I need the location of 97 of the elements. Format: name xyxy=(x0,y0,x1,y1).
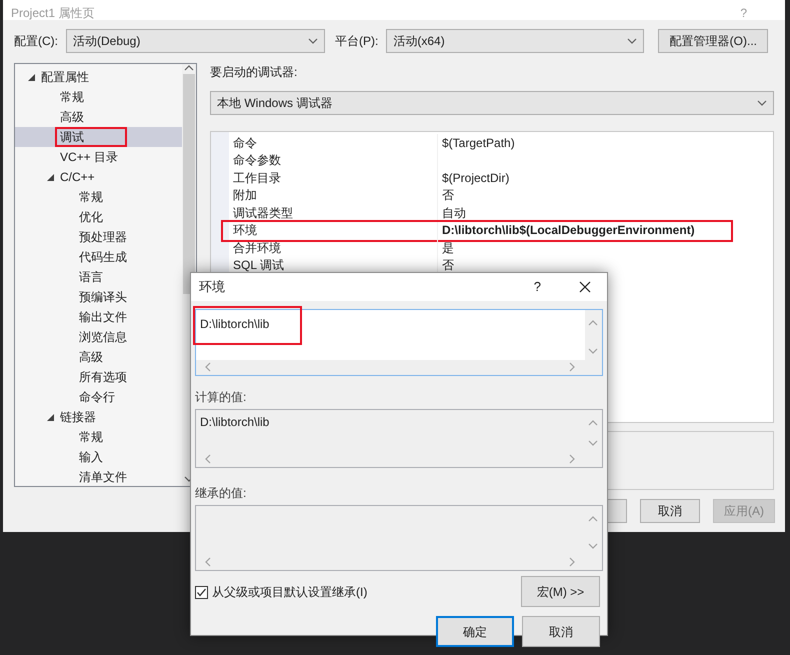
tree-item-label: 输出文件 xyxy=(79,309,127,326)
chevron-down-icon xyxy=(627,36,638,44)
property-name: 工作目录 xyxy=(232,170,282,187)
property-name: 命令参数 xyxy=(232,152,282,170)
chevron-left-icon xyxy=(204,557,212,567)
tree-item-label: 调试 xyxy=(60,129,84,146)
tree-item[interactable]: 清单文件 xyxy=(15,467,182,486)
action-button[interactable]: 取消 xyxy=(640,499,700,523)
tree-item[interactable]: 输出文件 xyxy=(15,307,182,327)
tree-item-label: 预编译头 xyxy=(79,289,127,306)
inherited-label: 继承的值: xyxy=(195,485,248,502)
tree-item-label: 高级 xyxy=(60,109,84,126)
property-value[interactable]: $(TargetPath) xyxy=(437,134,515,152)
chevron-right-icon xyxy=(568,362,576,372)
platform-label: 平台(P): xyxy=(335,32,378,50)
property-name: 合并环境 xyxy=(232,240,282,257)
tree-item-label: 所有选项 xyxy=(79,369,127,386)
evaluated-value: D:\libtorch\lib xyxy=(200,414,270,431)
chevron-left-icon xyxy=(204,454,212,464)
tree-item-label: 链接器 xyxy=(60,409,96,426)
property-value[interactable]: 是 xyxy=(437,239,454,256)
inherit-checkbox[interactable]: 从父级或项目默认设置继承(I) xyxy=(195,583,368,601)
tree-item-label: 清单文件 xyxy=(79,469,127,486)
chevron-up-icon xyxy=(588,515,598,523)
tree-item-label: 代码生成 xyxy=(79,249,127,266)
config-dropdown[interactable]: 活动(Debug) xyxy=(66,28,325,52)
tree-item-label: 常规 xyxy=(60,89,84,106)
platform-dropdown[interactable]: 活动(x64) xyxy=(386,28,644,52)
property-name: 附加 xyxy=(232,187,258,204)
chevron-up-icon xyxy=(184,64,194,72)
tree-item[interactable]: C/C++ xyxy=(15,167,182,187)
tree-item-label: 预处理器 xyxy=(79,229,127,246)
combo-value: 活动(x64) xyxy=(393,32,445,50)
debugger-label: 要启动的调试器: xyxy=(210,64,298,81)
chevron-down-icon xyxy=(588,542,598,550)
tree-item[interactable]: 命令行 xyxy=(15,387,182,407)
chevron-up-icon xyxy=(588,419,598,427)
tree-item[interactable]: 常规 xyxy=(15,187,182,207)
environment-field[interactable]: D:\libtorch\lib xyxy=(196,310,585,360)
chevron-down-icon xyxy=(588,347,598,355)
chevron-right-icon xyxy=(568,557,576,567)
property-value[interactable]: D:\libtorch\lib$(LocalDebuggerEnvironment) xyxy=(437,222,695,239)
config-label: 配置(C): xyxy=(14,32,58,50)
dialog-button[interactable]: 确定 xyxy=(436,616,514,647)
chevron-left-icon xyxy=(204,362,212,372)
help-button[interactable]: ? xyxy=(534,277,541,297)
tree-item[interactable]: 输入 xyxy=(15,447,182,467)
combo-value: 活动(Debug) xyxy=(73,32,140,50)
tree-item[interactable]: 预处理器 xyxy=(15,227,182,247)
tree-item[interactable]: VC++ 目录 xyxy=(15,147,182,167)
tree-item[interactable]: 链接器 xyxy=(15,407,182,427)
tree-item[interactable]: 优化 xyxy=(15,207,182,227)
tree-item-label: 常规 xyxy=(79,429,103,446)
tree-item[interactable]: 常规 xyxy=(15,427,182,447)
chevron-down-icon xyxy=(757,99,767,107)
window-title: Project1 属性页 xyxy=(11,7,94,19)
debugger-dropdown[interactable]: 本地 Windows 调试器 xyxy=(210,91,774,115)
property-value[interactable]: 自动 xyxy=(437,204,466,222)
tree-item[interactable]: 所有选项 xyxy=(15,367,182,387)
close-icon xyxy=(579,281,591,293)
tree-item-label: C/C++ xyxy=(60,169,95,186)
tree-item[interactable]: 预编译头 xyxy=(15,287,182,307)
chevron-down-icon xyxy=(308,36,318,44)
tree-item-label: VC++ 目录 xyxy=(60,149,118,166)
dialog-title: 环境 xyxy=(199,278,225,296)
property-name: 环境 xyxy=(232,222,258,240)
chevron-down-icon xyxy=(588,439,598,447)
tree-item-label: 高级 xyxy=(79,349,103,366)
tree-item-label: 优化 xyxy=(79,209,103,226)
combo-value: 本地 Windows 调试器 xyxy=(217,95,332,112)
tree-item[interactable]: 语言 xyxy=(15,267,182,287)
tree-item[interactable]: 高级 xyxy=(15,347,182,367)
tree-item[interactable]: 配置属性 xyxy=(15,67,182,87)
checkbox-icon xyxy=(195,586,208,598)
tree-item[interactable]: 浏览信息 xyxy=(15,327,182,347)
evaluated-label: 计算的值: xyxy=(195,389,248,406)
config-manager-button[interactable]: 配置管理器(O)... xyxy=(658,28,768,52)
chevron-up-icon xyxy=(588,319,598,327)
tree-item[interactable]: 调试 xyxy=(15,127,182,147)
tree-item[interactable]: 高级 xyxy=(15,107,182,127)
property-name: 命令 xyxy=(232,134,258,152)
tree-item-label: 常规 xyxy=(79,189,103,206)
tree-item-label: 浏览信息 xyxy=(79,329,127,346)
property-name: SQL 调试 xyxy=(232,257,285,274)
tree-item[interactable]: 代码生成 xyxy=(15,247,182,267)
property-value[interactable]: 否 xyxy=(437,186,454,204)
chevron-right-icon xyxy=(568,454,576,464)
property-name: 调试器类型 xyxy=(232,204,294,222)
macros-button[interactable]: 宏(M) >> xyxy=(521,576,600,607)
tree-item-label: 配置属性 xyxy=(41,69,89,86)
tree-item-label: 语言 xyxy=(79,269,103,286)
scrollbar-thumb[interactable] xyxy=(183,74,195,294)
tree-item-label: 命令行 xyxy=(79,389,115,406)
tree-item[interactable]: 常规 xyxy=(15,87,182,107)
dialog-button[interactable]: 取消 xyxy=(522,616,600,647)
tree-item-label: 输入 xyxy=(79,449,103,466)
property-value[interactable]: $(ProjectDir) xyxy=(437,169,510,186)
